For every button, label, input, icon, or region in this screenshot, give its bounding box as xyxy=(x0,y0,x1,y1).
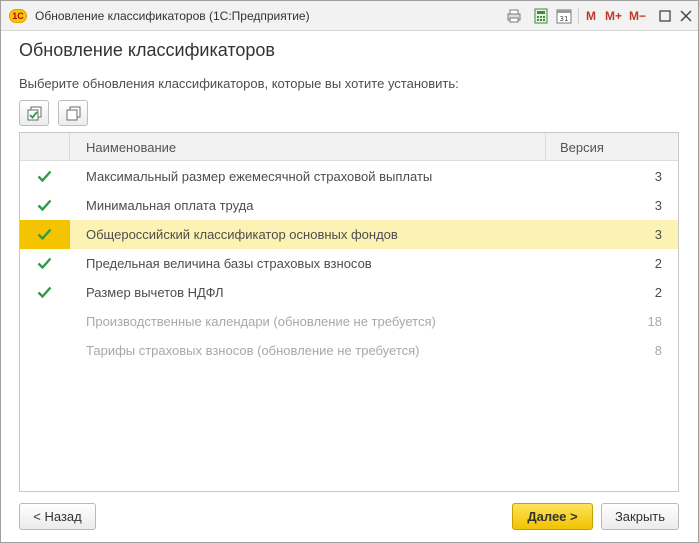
back-button[interactable]: < Назад xyxy=(19,503,96,530)
row-checkbox-checked-icon[interactable] xyxy=(37,198,52,213)
next-button[interactable]: Далее > xyxy=(512,503,593,530)
row-name: Максимальный размер ежемесячной страхово… xyxy=(86,169,433,184)
close-icon[interactable] xyxy=(677,7,695,25)
table-row[interactable]: Максимальный размер ежемесячной страхово… xyxy=(20,162,678,191)
row-name: Производственные календари (обновление н… xyxy=(86,314,436,329)
table-row[interactable]: Тарифы страховых взносов (обновление не … xyxy=(20,336,678,365)
row-checkbox-checked-icon[interactable] xyxy=(37,227,52,242)
calendar-icon[interactable]: 31 xyxy=(555,7,573,25)
svg-text:31: 31 xyxy=(560,15,569,23)
table-header: Наименование Версия xyxy=(20,133,678,161)
toolbar-separator xyxy=(578,8,579,24)
table-row[interactable]: Минимальная оплата труда 3 xyxy=(20,191,678,220)
column-header-name[interactable]: Наименование xyxy=(86,140,176,155)
instruction-text: Выберите обновления классификаторов, кот… xyxy=(19,76,459,91)
app-logo-icon: 1С xyxy=(9,9,27,23)
calculator-icon[interactable] xyxy=(532,7,550,25)
row-checkbox-checked-icon[interactable] xyxy=(37,256,52,271)
window-title: Обновление классификаторов (1С:Предприят… xyxy=(35,9,310,23)
row-checkbox-checked-icon[interactable] xyxy=(37,169,52,184)
memory-plus-button[interactable]: M+ xyxy=(605,9,622,23)
uncheck-all-icon xyxy=(66,106,81,121)
check-all-button[interactable] xyxy=(19,100,49,126)
row-name: Общероссийский классификатор основных фо… xyxy=(86,227,398,242)
row-version: 2 xyxy=(654,285,662,300)
maximize-icon[interactable] xyxy=(656,7,674,25)
row-version: 2 xyxy=(654,256,662,271)
memory-button[interactable]: M xyxy=(586,9,596,23)
table-row[interactable]: Размер вычетов НДФЛ 2 xyxy=(20,278,678,307)
column-header-version[interactable]: Версия xyxy=(560,140,604,155)
check-all-icon xyxy=(27,106,42,121)
print-icon[interactable] xyxy=(505,7,523,25)
row-name: Размер вычетов НДФЛ xyxy=(86,285,224,300)
page-title: Обновление классификаторов xyxy=(19,40,275,60)
dialog-window: 1С Обновление классификаторов (1С:Предпр… xyxy=(0,0,699,543)
row-version: 8 xyxy=(654,343,662,358)
table-row[interactable]: Общероссийский классификатор основных фо… xyxy=(20,220,678,249)
close-button[interactable]: Закрыть xyxy=(601,503,679,530)
uncheck-all-button[interactable] xyxy=(58,100,88,126)
row-version: 3 xyxy=(654,198,662,213)
column-divider xyxy=(545,133,546,161)
memory-minus-button[interactable]: M− xyxy=(629,9,646,23)
classifier-table: Наименование Версия Максимальный размер … xyxy=(19,132,679,492)
table-row[interactable]: Предельная величина базы страховых взнос… xyxy=(20,249,678,278)
table-row[interactable]: Производственные календари (обновление н… xyxy=(20,307,678,336)
row-version: 3 xyxy=(654,227,662,242)
row-version: 18 xyxy=(647,314,662,329)
column-header-check[interactable] xyxy=(20,133,70,161)
row-version: 3 xyxy=(654,169,662,184)
row-name: Предельная величина базы страховых взнос… xyxy=(86,256,372,271)
row-name: Тарифы страховых взносов (обновление не … xyxy=(86,343,420,358)
row-name: Минимальная оплата труда xyxy=(86,198,254,213)
title-bar: 1С Обновление классификаторов (1С:Предпр… xyxy=(1,1,698,31)
row-checkbox-checked-icon[interactable] xyxy=(37,285,52,300)
